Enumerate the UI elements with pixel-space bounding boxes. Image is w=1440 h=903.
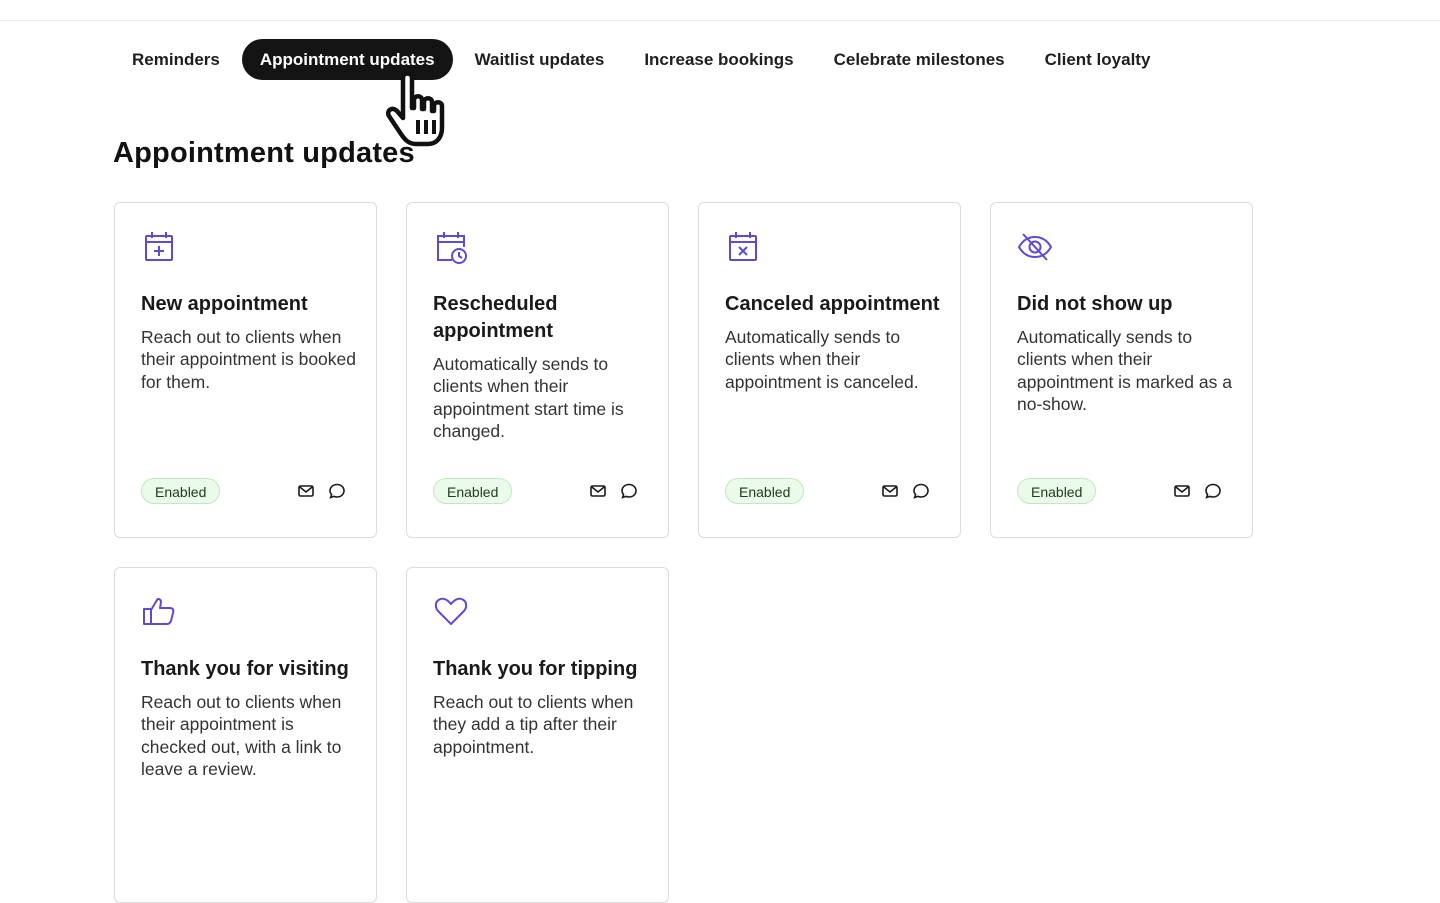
card-description: Automatically sends to clients when thei… <box>1017 327 1232 414</box>
card-title: Rescheduled appointment <box>433 293 558 342</box>
channel-icons <box>297 482 346 500</box>
card-description: Reach out to clients when their appointm… <box>141 692 342 779</box>
card-title: Canceled appointment <box>725 293 940 315</box>
tab-client-loyalty[interactable]: Client loyalty <box>1027 39 1169 80</box>
thumbs-up-icon <box>143 597 175 625</box>
card-title: Thank you for visiting <box>141 658 349 680</box>
status-badge: Enabled <box>141 478 221 504</box>
card-title: Thank you for tipping <box>433 658 638 680</box>
automation-card-new-appointment[interactable]: New appointment Reach out to clients whe… <box>114 202 377 538</box>
section-title: Appointment updates <box>113 137 415 169</box>
calendar-clock-icon <box>437 232 467 264</box>
card-description: Automatically sends to clients when thei… <box>433 354 624 441</box>
email-icon <box>297 482 315 500</box>
card-title: New appointment <box>141 293 308 315</box>
card-description: Automatically sends to clients when thei… <box>725 327 919 392</box>
sms-icon <box>328 482 346 500</box>
sms-icon <box>1204 482 1222 500</box>
automation-card-did-not-show-up[interactable]: Did not show up Automatically sends to c… <box>990 202 1253 538</box>
automation-tabs: Reminders Appointment updates Waitlist u… <box>114 39 1172 80</box>
calendar-plus-icon <box>145 232 173 261</box>
calendar-x-icon <box>729 232 757 261</box>
heart-icon <box>434 597 468 625</box>
top-divider <box>0 20 1440 21</box>
email-icon <box>1173 482 1191 500</box>
email-icon <box>881 482 899 500</box>
tab-reminders[interactable]: Reminders <box>114 39 238 80</box>
channel-icons <box>1173 482 1222 500</box>
tab-celebrate-milestones[interactable]: Celebrate milestones <box>816 39 1023 80</box>
automation-card-thank-you-for-tipping[interactable]: Thank you for tipping Reach out to clien… <box>406 567 669 903</box>
card-description: Reach out to clients when they add a tip… <box>433 692 634 757</box>
status-badge: Enabled <box>725 478 805 504</box>
tab-waitlist-updates[interactable]: Waitlist updates <box>457 39 623 80</box>
sms-icon <box>620 482 638 500</box>
status-badge: Enabled <box>1017 478 1097 504</box>
card-title: Did not show up <box>1017 293 1173 315</box>
automation-card-canceled-appointment[interactable]: Canceled appointment Automatically sends… <box>698 202 961 538</box>
channel-icons <box>881 482 930 500</box>
email-icon <box>589 482 607 500</box>
eye-off-icon <box>1017 233 1053 261</box>
status-badge: Enabled <box>433 478 513 504</box>
channel-icons <box>589 482 638 500</box>
automation-card-rescheduled-appointment[interactable]: Rescheduled appointment Automatically se… <box>406 202 669 538</box>
tab-increase-bookings[interactable]: Increase bookings <box>626 39 811 80</box>
automation-card-thank-you-for-visiting[interactable]: Thank you for visiting Reach out to clie… <box>114 567 377 903</box>
sms-icon <box>912 482 930 500</box>
card-description: Reach out to clients when their appointm… <box>141 327 356 392</box>
